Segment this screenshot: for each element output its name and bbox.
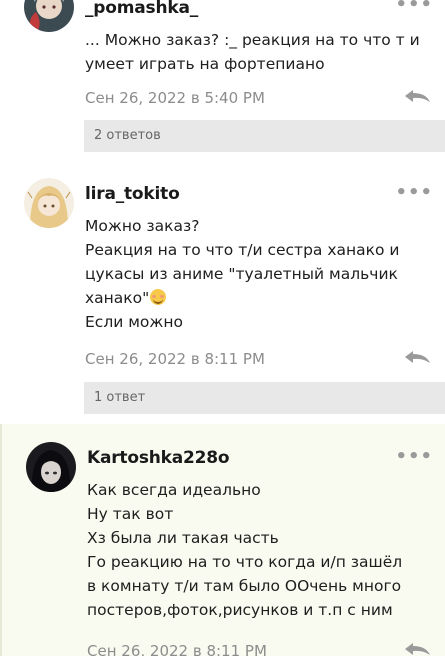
comment-line: умеет играть на фортепиано [85,55,325,73]
avatar[interactable] [24,178,74,228]
comment-line: Реакция на то что т/и сестра ханако и [85,241,400,259]
username[interactable]: Kartoshka228o [87,448,230,468]
comment-line: Ну так вот [87,505,174,523]
username[interactable]: _pomashka_ [85,0,198,18]
comment-line: Можно заказ? [85,217,200,235]
reply-arrow-icon[interactable] [403,88,431,104]
comment-text: ... Можно заказ? :_ реакция на то что т … [85,28,431,76]
avatar[interactable] [24,0,74,32]
more-dots-icon[interactable]: ••• [395,446,433,467]
comment-item: _pomashka_ ••• ... Можно заказ? :_ реакц… [0,0,445,162]
comment-date: Сен 26, 2022 в 8:11 PM [85,350,265,368]
comment-line: Как всегда идеально [87,481,261,499]
comment-line: постеров,фоток,рисунков и т.п с ним [87,601,393,619]
username[interactable]: lira_tokito [85,184,180,204]
comment-line: ханако" [85,286,431,310]
comment-item: lira_tokito ••• Можно заказ? Реакция на … [0,162,445,424]
comment-line-text: ханако" [85,289,150,307]
comment-line: в комнату т/и там было ООчень много [87,577,402,595]
more-dots-icon[interactable]: ••• [395,0,433,15]
view-replies-button[interactable]: 1 ответ [84,382,445,414]
avatar[interactable] [26,442,76,492]
replies-count: 1 ответ [94,390,146,405]
comment-date: Сен 26, 2022 в 5:40 PM [85,89,265,107]
reply-arrow-icon[interactable] [403,641,431,656]
comment-date: Сен 26, 2022 в 8:11 PM [87,642,267,656]
comment-line: Если можно [85,313,183,331]
replies-count: 2 ответов [94,128,161,143]
comment-line: Го реакцию на то что когда и/п зашёл [87,553,403,571]
reply-arrow-icon[interactable] [403,349,431,365]
comment-item: Kartoshka228o ••• Как всегда идеально Ну… [0,424,445,656]
comment-line: Хз была ли такая часть [87,529,279,547]
comment-line: ... Можно заказ? :_ реакция на то что т … [85,31,420,49]
smiling-face-icon [150,289,167,305]
comment-line: цукасы из аниме "туалетный мальчик [85,265,398,283]
more-dots-icon[interactable]: ••• [395,182,433,203]
comment-text: Можно заказ? Реакция на то что т/и сестр… [85,214,431,334]
comment-text: Как всегда идеально Ну так вот Хз была л… [87,478,431,622]
view-replies-button[interactable]: 2 ответов [84,120,445,152]
